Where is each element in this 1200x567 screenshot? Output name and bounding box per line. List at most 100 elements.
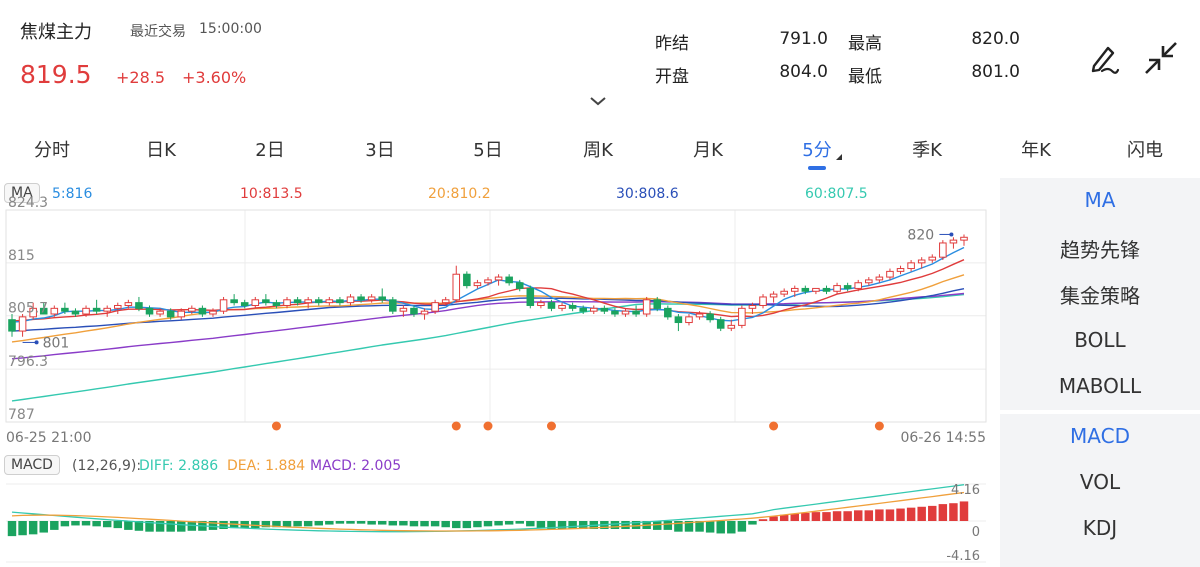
macd-bar <box>113 521 123 529</box>
tab-4[interactable]: 5日 <box>473 136 502 162</box>
candle-body <box>537 302 545 306</box>
macd-value: MACD: 2.005 <box>310 458 402 474</box>
candle-body <box>642 299 651 315</box>
candle-body <box>145 307 154 315</box>
candle-body <box>685 316 693 324</box>
macd-bar <box>303 521 313 527</box>
candle-body <box>854 282 863 289</box>
candle-body <box>738 307 746 326</box>
indicator-main-2[interactable]: 集金策略 <box>1000 280 1200 309</box>
signal-dot <box>483 421 493 431</box>
tab-9[interactable]: 年K <box>1021 136 1051 162</box>
macd-bar <box>917 506 926 521</box>
candle-body <box>346 296 355 304</box>
candle-body <box>18 316 27 332</box>
candle-body <box>589 307 598 312</box>
tab-0[interactable]: 分时 <box>34 136 70 162</box>
macd-bar <box>441 521 450 528</box>
candle-body <box>113 304 122 309</box>
macd-bar <box>896 508 905 521</box>
macd-dea: DEA: 1.884 <box>227 458 306 474</box>
tab-3[interactable]: 3日 <box>365 136 394 162</box>
prev-settle-value: 791.0 <box>779 29 828 49</box>
macd-bar <box>801 512 810 521</box>
candle-body <box>367 296 376 301</box>
price-axis-label: 824.3 <box>8 195 48 211</box>
tab-5[interactable]: 周K <box>583 136 613 162</box>
candle-body <box>156 310 164 315</box>
candle-body <box>759 296 767 306</box>
macd-bar <box>928 505 937 521</box>
tab-8[interactable]: 季K <box>912 136 942 162</box>
macd-bar <box>568 521 577 530</box>
macd-bar <box>494 521 503 526</box>
indicator-main-3[interactable]: BOLL <box>1000 328 1200 352</box>
candle-body <box>822 287 831 292</box>
signal-dot <box>546 421 556 431</box>
candle-body <box>198 307 207 315</box>
candle-body <box>441 299 450 304</box>
macd-bar <box>7 521 17 537</box>
macd-bar <box>737 521 747 532</box>
price-axis-label: 805.7 <box>8 301 48 317</box>
high-marker-dot <box>949 232 954 237</box>
low-marker-label: 801 <box>43 335 70 351</box>
tab-dropdown-caret-icon[interactable] <box>836 154 842 160</box>
indicator-sub-1[interactable]: VOL <box>1000 470 1200 494</box>
price-change: +28.5 <box>116 68 166 87</box>
tab-1[interactable]: 日K <box>146 136 176 162</box>
last-trade-label: 最近交易 <box>130 24 186 40</box>
candle-body <box>251 299 260 306</box>
candle-body <box>50 307 59 315</box>
macd-bar <box>39 521 48 533</box>
macd-bar <box>335 521 345 524</box>
macd-bar <box>536 521 546 529</box>
macd-bar <box>483 521 493 527</box>
macd-bar <box>60 521 70 527</box>
macd-bar <box>663 521 673 530</box>
candle-body <box>61 307 69 312</box>
indicator-main-1[interactable]: 趋势先锋 <box>1000 234 1200 263</box>
candle-body <box>389 299 397 312</box>
macd-bar <box>28 521 38 535</box>
chevron-down-icon[interactable] <box>588 94 608 108</box>
open-label: 开盘 <box>655 67 689 87</box>
candle-body <box>748 304 757 309</box>
tab-6[interactable]: 月K <box>693 136 723 162</box>
candle-body <box>336 299 344 304</box>
low-value: 801.0 <box>971 62 1020 82</box>
candle-body <box>463 273 471 287</box>
macd-bar <box>462 521 472 529</box>
tab-2[interactable]: 2日 <box>255 136 284 162</box>
macd-bar <box>864 510 874 521</box>
candle-body <box>843 285 852 289</box>
indicator-sub-0[interactable]: MACD <box>1000 424 1200 448</box>
candle-body <box>875 276 884 281</box>
candle-body <box>272 302 281 306</box>
candle-body <box>949 239 958 244</box>
macd-bar <box>346 521 355 524</box>
indicator-main-0[interactable]: MA <box>1000 188 1200 212</box>
macd-bar <box>473 521 482 528</box>
price-change-percent: +3.60% <box>182 68 247 87</box>
indicator-sub-2[interactable]: KDJ <box>1000 516 1200 540</box>
low-label: 最低 <box>848 67 882 87</box>
candle-body <box>293 299 302 304</box>
candle-body <box>8 319 16 332</box>
kline-chart[interactable]: 824.3 815 805.7 796.3 787 820 801 06-25 21:00 06… <box>0 176 1000 567</box>
candle-body <box>568 304 577 309</box>
macd-badge[interactable]: MACD <box>4 455 60 475</box>
pen-draw-icon[interactable] <box>1088 40 1120 76</box>
tab-10[interactable]: 闪电 <box>1127 136 1163 162</box>
candle-body <box>124 302 133 306</box>
candle-body <box>706 313 714 321</box>
tab-7[interactable]: 5分 <box>802 136 831 162</box>
candle-body <box>230 299 238 304</box>
macd-bar <box>388 521 398 526</box>
price-axis-label: 787 <box>8 407 35 423</box>
macd-bar <box>727 521 736 534</box>
macd-bar <box>409 521 419 527</box>
candle-body <box>547 302 556 309</box>
indicator-main-4[interactable]: MABOLL <box>1000 374 1200 398</box>
collapse-arrows-icon[interactable] <box>1142 40 1180 76</box>
